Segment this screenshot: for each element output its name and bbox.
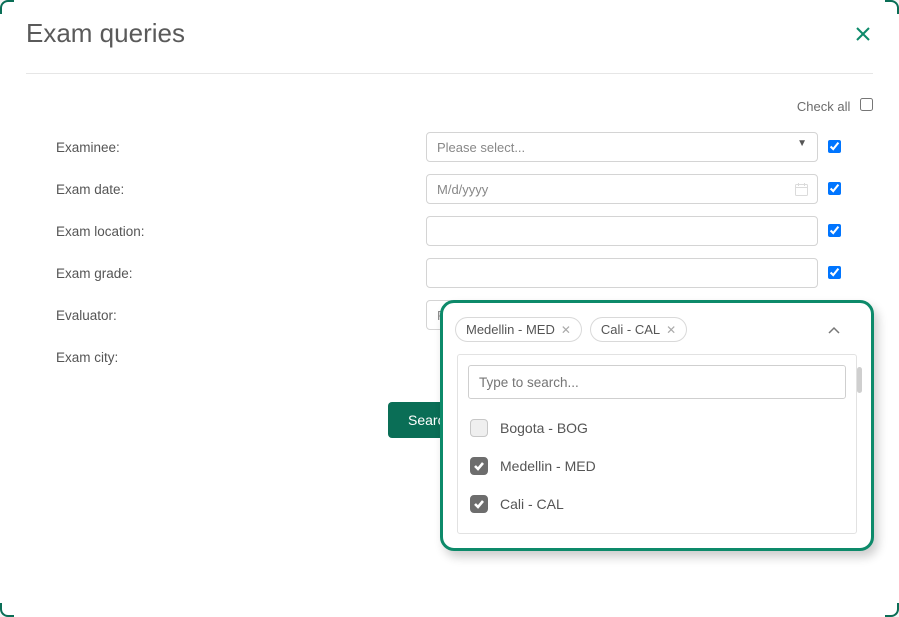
- label-exam-city: Exam city:: [26, 350, 426, 365]
- calendar-icon: [794, 182, 809, 200]
- examinee-include-checkbox[interactable]: [828, 140, 841, 153]
- chevron-up-icon: [827, 326, 841, 336]
- check-icon: [473, 461, 485, 471]
- label-exam-grade: Exam grade:: [26, 266, 426, 281]
- multiselect-option[interactable]: Medellin - MED: [468, 447, 846, 485]
- multiselect-option[interactable]: Cali - CAL: [468, 485, 846, 523]
- close-button[interactable]: [853, 24, 873, 44]
- exam-grade-input[interactable]: [426, 258, 818, 288]
- multiselect-dropdown: Bogota - BOG Medellin - MED Cali - CAL: [457, 354, 857, 534]
- modal-header: Exam queries: [0, 0, 899, 73]
- multiselect-toggle[interactable]: [827, 323, 841, 341]
- frame-corner: [0, 0, 14, 14]
- option-label: Cali - CAL: [500, 496, 564, 512]
- exam-date-include-checkbox[interactable]: [828, 182, 841, 195]
- examinee-select[interactable]: Please select... ▼: [426, 132, 818, 162]
- label-evaluator: Evaluator:: [26, 308, 426, 323]
- option-checkbox-checked[interactable]: [470, 495, 488, 513]
- exam-location-include-checkbox[interactable]: [828, 224, 841, 237]
- check-all-row: Check all: [0, 74, 899, 122]
- option-label: Medellin - MED: [500, 458, 596, 474]
- examinee-placeholder: Please select...: [437, 140, 525, 155]
- close-icon: [855, 26, 871, 42]
- exam-grade-include-checkbox[interactable]: [828, 266, 841, 279]
- label-exam-location: Exam location:: [26, 224, 426, 239]
- chip-label: Cali - CAL: [601, 322, 660, 337]
- multiselect-search-input[interactable]: [468, 365, 846, 399]
- modal-exam-queries: Exam queries Check all Examinee: Please …: [0, 0, 899, 617]
- label-examinee: Examinee:: [26, 140, 426, 155]
- row-exam-location: Exam location:: [26, 216, 873, 246]
- row-exam-date: Exam date: M/d/yyyy: [26, 174, 873, 204]
- exam-date-placeholder: M/d/yyyy: [437, 182, 488, 197]
- selected-chip: Cali - CAL ✕: [590, 317, 687, 342]
- option-checkbox-checked[interactable]: [470, 457, 488, 475]
- chip-remove-icon[interactable]: ✕: [561, 323, 571, 337]
- exam-location-input[interactable]: [426, 216, 818, 246]
- frame-corner: [0, 603, 14, 617]
- scrollbar-thumb[interactable]: [857, 367, 862, 393]
- frame-corner: [885, 0, 899, 14]
- chip-remove-icon[interactable]: ✕: [666, 323, 676, 337]
- exam-date-input[interactable]: M/d/yyyy: [426, 174, 818, 204]
- check-all-checkbox[interactable]: [860, 98, 873, 111]
- option-label: Bogota - BOG: [500, 420, 588, 436]
- label-exam-date: Exam date:: [26, 182, 426, 197]
- row-exam-grade: Exam grade:: [26, 258, 873, 288]
- chevron-down-icon: ▼: [797, 138, 807, 149]
- modal-title: Exam queries: [26, 18, 185, 49]
- selected-chip: Medellin - MED ✕: [455, 317, 582, 342]
- check-icon: [473, 499, 485, 509]
- row-examinee: Examinee: Please select... ▼: [26, 132, 873, 162]
- exam-city-multiselect: Medellin - MED ✕ Cali - CAL ✕ Bogota - B…: [440, 300, 874, 551]
- frame-corner: [885, 603, 899, 617]
- check-all-label: Check all: [797, 99, 850, 114]
- multiselect-option[interactable]: Bogota - BOG: [468, 409, 846, 447]
- chip-label: Medellin - MED: [466, 322, 555, 337]
- option-checkbox-unchecked[interactable]: [470, 419, 488, 437]
- multiselect-selected-row[interactable]: Medellin - MED ✕ Cali - CAL ✕: [443, 311, 871, 354]
